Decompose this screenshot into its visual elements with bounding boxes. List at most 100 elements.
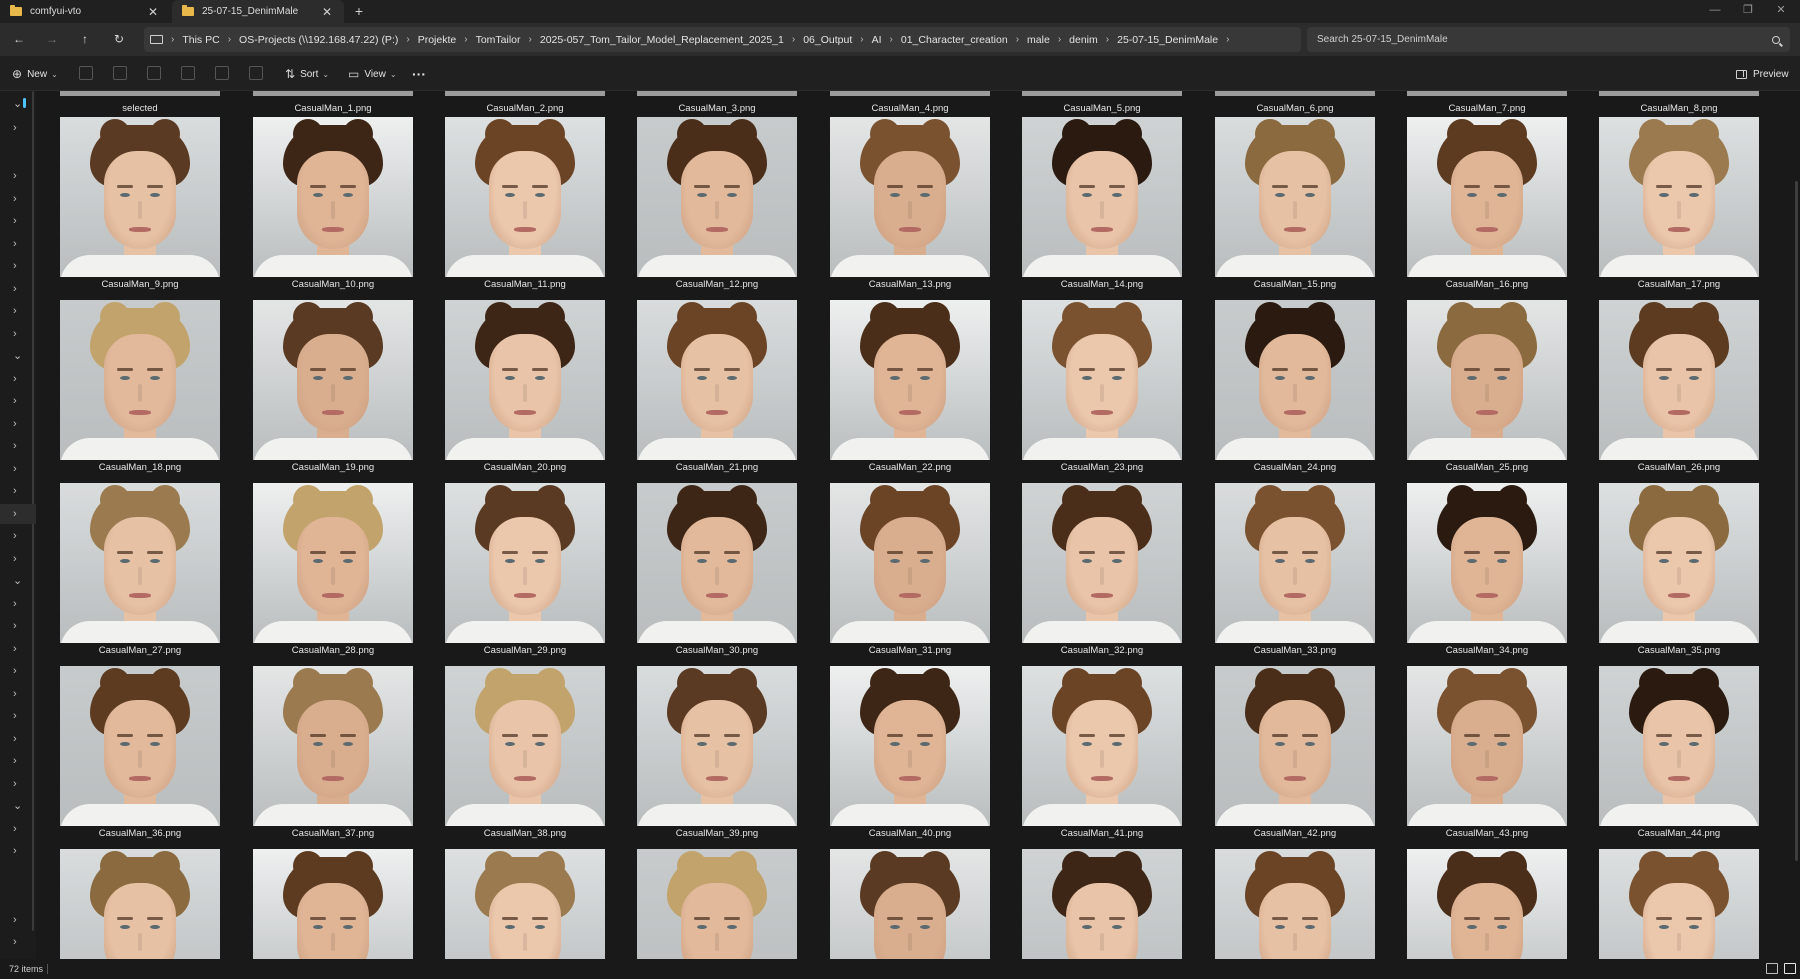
chevron-down-icon[interactable]: ⌄ — [13, 796, 22, 816]
thumbnail-edge[interactable] — [1599, 91, 1759, 96]
thumbnail-edge[interactable] — [830, 91, 990, 96]
breadcrumb-item[interactable]: 25-07-15_DenimMale — [1117, 34, 1218, 46]
portrait-thumbnail[interactable] — [1599, 483, 1759, 643]
file-item[interactable]: CasualMan_28.png — [253, 483, 413, 658]
breadcrumb-chevron-icon[interactable]: › — [1016, 34, 1019, 45]
up-button[interactable]: ↑ — [75, 30, 95, 48]
nav-tree-item[interactable]: › — [0, 549, 36, 569]
thumbnail-edge[interactable] — [1215, 91, 1375, 96]
file-item[interactable]: CasualMan_26.png — [1599, 300, 1759, 475]
maximize-button[interactable]: ❐ — [1733, 0, 1763, 23]
file-item[interactable] — [1022, 849, 1182, 959]
cut-icon[interactable] — [79, 66, 93, 80]
portrait-thumbnail[interactable] — [830, 300, 990, 460]
chevron-right-icon[interactable]: › — [13, 301, 17, 321]
close-window-button[interactable]: ✕ — [1766, 0, 1796, 23]
file-name[interactable]: selected — [60, 103, 220, 114]
file-item[interactable]: CasualMan_30.png — [637, 483, 797, 658]
breadcrumb-chevron-icon[interactable]: › — [228, 34, 231, 45]
nav-tree-item[interactable]: › — [0, 391, 36, 411]
file-item[interactable]: CasualMan_11.png — [445, 117, 605, 292]
portrait-thumbnail[interactable] — [1215, 666, 1375, 826]
nav-tree-item[interactable]: › — [0, 819, 36, 839]
nav-tree-item[interactable]: › — [0, 774, 36, 794]
portrait-thumbnail[interactable] — [253, 849, 413, 959]
file-name[interactable]: CasualMan_2.png — [445, 103, 605, 114]
paste-icon[interactable] — [147, 66, 161, 80]
file-item[interactable]: CasualMan_35.png — [1599, 483, 1759, 658]
portrait-thumbnail[interactable] — [637, 849, 797, 959]
file-item[interactable]: CasualMan_15.png — [1215, 117, 1375, 292]
chevron-right-icon[interactable]: › — [13, 459, 17, 479]
thumbnail-edge[interactable] — [60, 91, 220, 96]
portrait-thumbnail[interactable] — [253, 666, 413, 826]
chevron-right-icon[interactable]: › — [13, 549, 17, 569]
file-item[interactable]: CasualMan_44.png — [1599, 666, 1759, 841]
chevron-right-icon[interactable]: › — [13, 684, 17, 704]
nav-tree-item[interactable]: › — [0, 324, 36, 344]
nav-tree-item[interactable]: ⌄ — [0, 346, 36, 366]
portrait-thumbnail[interactable] — [1599, 849, 1759, 959]
new-tab-button[interactable]: + — [352, 0, 366, 23]
chevron-right-icon[interactable]: › — [13, 639, 17, 659]
chevron-right-icon[interactable]: › — [13, 751, 17, 771]
portrait-thumbnail[interactable] — [830, 483, 990, 643]
portrait-thumbnail[interactable] — [60, 849, 220, 959]
file-item[interactable]: CasualMan_34.png — [1407, 483, 1567, 658]
portrait-thumbnail[interactable] — [60, 483, 220, 643]
file-item[interactable]: CasualMan_12.png — [637, 117, 797, 292]
portrait-thumbnail[interactable] — [60, 666, 220, 826]
file-item[interactable] — [1599, 849, 1759, 959]
file-item[interactable] — [637, 849, 797, 959]
chevron-right-icon[interactable]: › — [13, 841, 17, 861]
portrait-thumbnail[interactable] — [1407, 117, 1567, 277]
chevron-right-icon[interactable]: › — [13, 391, 17, 411]
nav-tree-item[interactable]: › — [0, 279, 36, 299]
portrait-thumbnail[interactable] — [830, 117, 990, 277]
chevron-right-icon[interactable]: › — [13, 189, 17, 209]
new-button[interactable]: ⊕ New ⌄ — [12, 64, 58, 84]
file-item[interactable]: CasualMan_10.png — [253, 117, 413, 292]
file-item[interactable] — [60, 849, 220, 959]
file-item[interactable] — [253, 849, 413, 959]
breadcrumb-item[interactable]: TomTailor — [476, 34, 521, 46]
breadcrumb-item[interactable]: denim — [1069, 34, 1098, 46]
copy-icon[interactable] — [113, 66, 127, 80]
nav-tree-item[interactable]: › — [0, 932, 36, 952]
nav-tree-item[interactable]: › — [0, 166, 36, 186]
nav-tree-item[interactable]: › — [0, 684, 36, 704]
file-item[interactable]: CasualMan_27.png — [60, 483, 220, 658]
chevron-right-icon[interactable]: › — [13, 932, 17, 952]
delete-icon[interactable] — [249, 66, 263, 80]
portrait-thumbnail[interactable] — [637, 666, 797, 826]
thumbnail-edge[interactable] — [1407, 91, 1567, 96]
nav-tree-item[interactable]: ⌄ — [0, 571, 36, 591]
portrait-thumbnail[interactable] — [253, 483, 413, 643]
nav-tree-item[interactable]: › — [0, 504, 36, 524]
portrait-thumbnail[interactable] — [1407, 849, 1567, 959]
nav-tree-item[interactable]: › — [0, 301, 36, 321]
breadcrumb-chevron-icon[interactable]: › — [464, 34, 467, 45]
chevron-right-icon[interactable]: › — [13, 819, 17, 839]
chevron-down-icon[interactable]: ⌄ — [13, 94, 22, 114]
close-tab-icon[interactable]: ✕ — [146, 5, 160, 19]
file-item[interactable]: CasualMan_37.png — [253, 666, 413, 841]
chevron-right-icon[interactable]: › — [13, 774, 17, 794]
nav-tree-item[interactable]: ⌄ — [0, 94, 36, 114]
preview-button[interactable]: Preview — [1736, 64, 1789, 84]
chevron-right-icon[interactable]: › — [13, 166, 17, 186]
address-bar[interactable]: › This PC › OS-Projects (\\192.168.47.22) … — [144, 27, 1301, 52]
file-item[interactable]: CasualMan_25.png — [1407, 300, 1567, 475]
file-item[interactable]: CasualMan_13.png — [830, 117, 990, 292]
chevron-right-icon[interactable]: › — [13, 279, 17, 299]
breadcrumb-item[interactable]: 01_Character_creation — [901, 34, 1008, 46]
chevron-down-icon[interactable]: ⌄ — [13, 571, 22, 591]
file-item[interactable]: CasualMan_42.png — [1215, 666, 1375, 841]
chevron-down-icon[interactable]: ⌄ — [13, 346, 22, 366]
file-item[interactable] — [445, 849, 605, 959]
sort-button[interactable]: ⇅ Sort ⌄ — [285, 64, 329, 84]
portrait-thumbnail[interactable] — [445, 849, 605, 959]
chevron-right-icon[interactable]: › — [13, 526, 17, 546]
file-item[interactable]: CasualMan_24.png — [1215, 300, 1375, 475]
portrait-thumbnail[interactable] — [637, 483, 797, 643]
